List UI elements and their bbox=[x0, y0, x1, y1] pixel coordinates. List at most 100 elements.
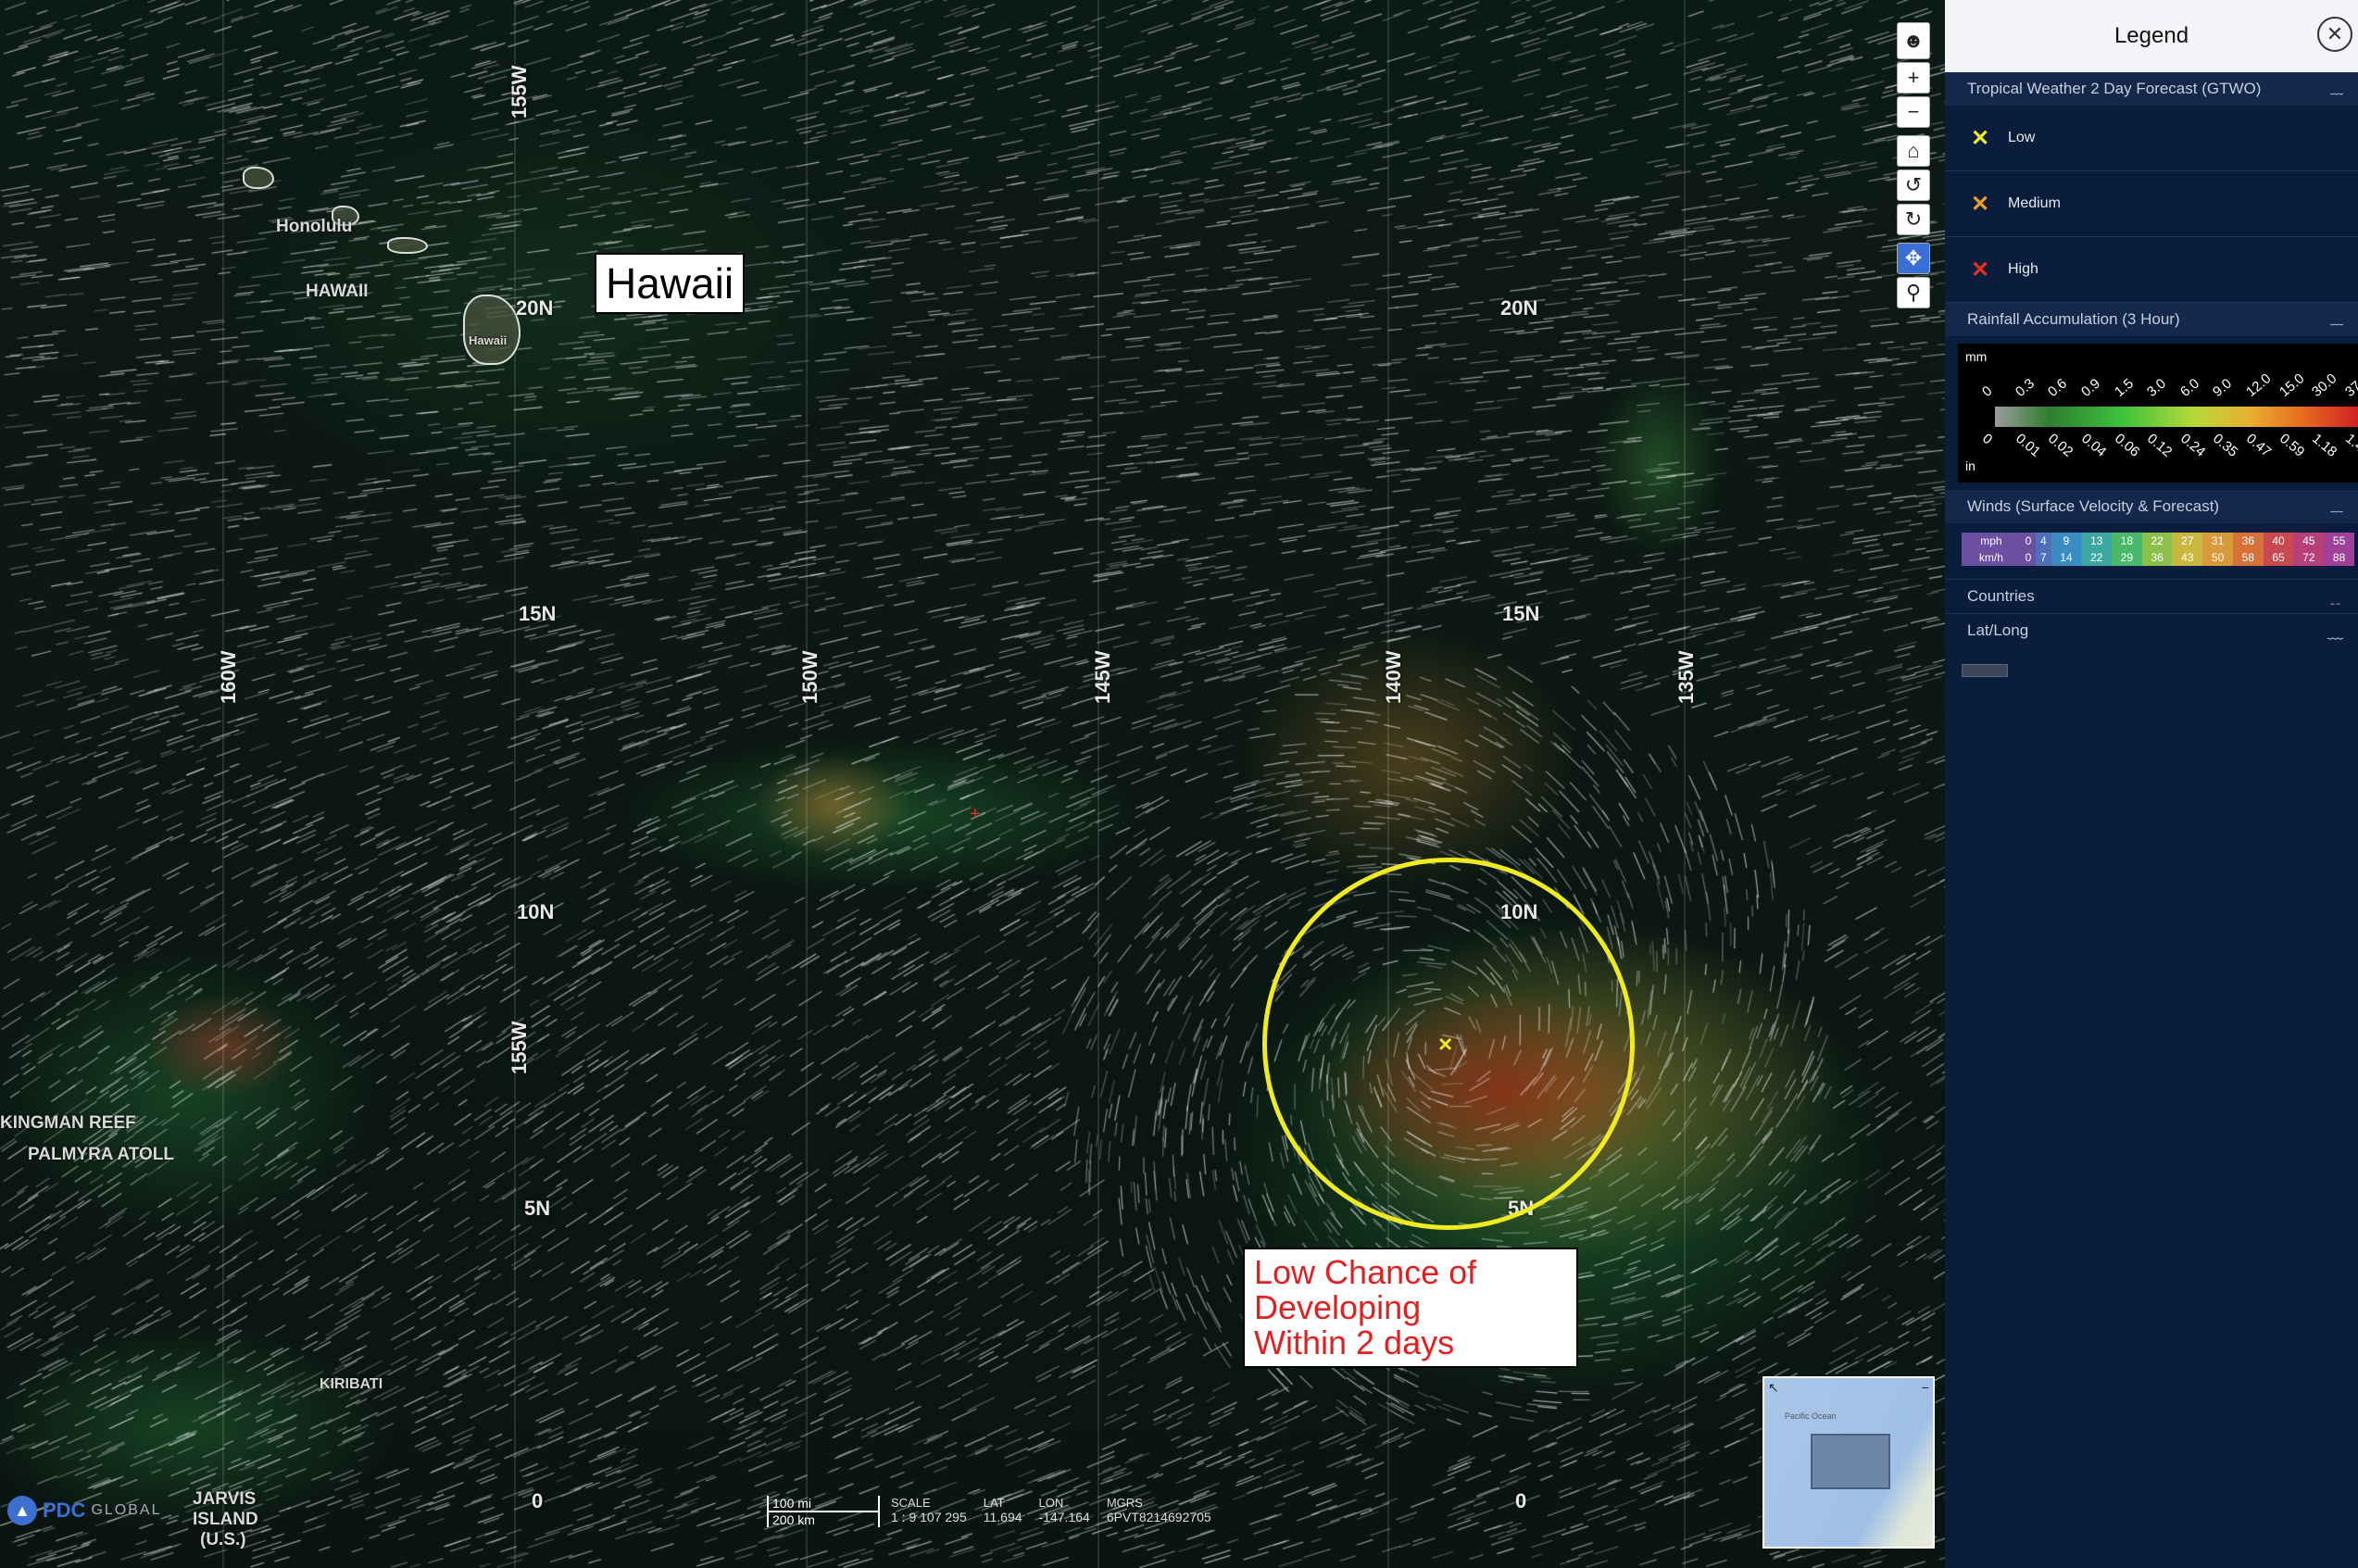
wind-mph-cell: 9 bbox=[2051, 533, 2082, 549]
pdc-logo-text: PDC bbox=[43, 1499, 86, 1522]
graticule-line bbox=[222, 0, 224, 1568]
rain-unit-in: in bbox=[1965, 458, 1975, 473]
wind-kmh-cell: 88 bbox=[2324, 549, 2354, 566]
minimap-viewport[interactable] bbox=[1811, 1434, 1890, 1489]
wind-mph-cell: 31 bbox=[2202, 533, 2233, 549]
latlong-swatch bbox=[1962, 664, 2008, 677]
lon-label: 155W bbox=[508, 65, 531, 119]
rotate-left-icon[interactable]: ↺ bbox=[1897, 169, 1930, 201]
callout-hawaii: Hawaii bbox=[595, 253, 746, 314]
legend-item-medium: ✕ Medium bbox=[1945, 171, 2358, 237]
readout-lat: LAT 11.694 bbox=[984, 1496, 1022, 1524]
place-label-honolulu: Honolulu bbox=[276, 217, 353, 236]
wind-kmh-cell: 22 bbox=[2081, 549, 2113, 566]
chevron-up-icon[interactable]: ﹎ bbox=[2327, 585, 2343, 608]
wind-mph-cell: 40 bbox=[2263, 533, 2294, 549]
wind-kmh-cell: 7 bbox=[2036, 549, 2051, 566]
zoom-box-icon[interactable]: ⚲ bbox=[1897, 277, 1930, 308]
wind-unit-mph: mph bbox=[1962, 533, 2021, 549]
chevron-down-icon[interactable]: ﹏ bbox=[2330, 310, 2343, 329]
readout-label: LON bbox=[1038, 1496, 1064, 1510]
place-label-palmyra-atoll: PALMYRA ATOLL bbox=[28, 1145, 174, 1164]
place-label-hawaii-island: Hawaii bbox=[469, 333, 508, 347]
readout-value: 11.694 bbox=[983, 1510, 1022, 1524]
person-icon[interactable]: ☻ bbox=[1897, 22, 1930, 59]
wind-mph-cell: 36 bbox=[2232, 533, 2264, 549]
legend-panel: Legend ✕ Tropical Weather 2 Day Forecast… bbox=[1945, 0, 2358, 1568]
x-mark-icon: ✕ bbox=[1971, 257, 1990, 282]
zoom-out-icon[interactable]: − bbox=[1897, 96, 1930, 128]
lat-label: 10N bbox=[517, 900, 555, 923]
rain-mm-tick: 0.6 bbox=[2045, 375, 2071, 400]
callout-line-2: Within 2 days bbox=[1254, 1323, 1455, 1361]
lon-label: 160W bbox=[217, 650, 240, 704]
rain-mm-tick: 12.0 bbox=[2243, 370, 2275, 400]
scale-bar-km: 200 km bbox=[767, 1512, 880, 1527]
rain-in-tick: 0.12 bbox=[2144, 431, 2176, 460]
rain-in-tick: 0.24 bbox=[2176, 431, 2209, 460]
map-toolbar: ☻ + − ⌂ ↺ ↻ ✥ ⚲ bbox=[1897, 22, 1930, 311]
wind-kmh-cell: 14 bbox=[2051, 549, 2082, 566]
legend-section-gtwo[interactable]: Tropical Weather 2 Day Forecast (GTWO) ﹏ bbox=[1945, 72, 2358, 106]
legend-section-countries[interactable]: Countries ﹎ bbox=[1945, 579, 2358, 613]
readout-scale: SCALE 1 : 9 107 295 bbox=[891, 1496, 967, 1524]
chevron-down-icon[interactable]: ﹏ bbox=[2327, 620, 2343, 643]
legend-section-latlong[interactable]: Lat/Long ﹏ bbox=[1945, 613, 2358, 647]
rain-in-tick: 0.47 bbox=[2243, 431, 2275, 460]
wind-speed-scale: mph 0 4 9 13 18 22 27 31 36 40 45 55 km/h 0 7 14 22 29 3… bbox=[1962, 533, 2354, 566]
wind-mph-cell: 0 bbox=[2020, 533, 2037, 549]
rain-mm-tick: 3.0 bbox=[2144, 375, 2170, 400]
x-mark-icon: ✕ bbox=[1971, 125, 1990, 151]
zoom-in-icon[interactable]: + bbox=[1897, 62, 1930, 94]
rain-mm-tick: 30.0 bbox=[2309, 370, 2340, 400]
storm-low-marker-icon[interactable]: × bbox=[1438, 1030, 1452, 1059]
wind-mph-cell: 13 bbox=[2081, 533, 2113, 549]
coordinate-readouts: SCALE 1 : 9 107 295 LAT 11.694 LON -147.… bbox=[891, 1496, 1211, 1524]
place-label-jarvis: JARVIS bbox=[193, 1489, 257, 1509]
rain-mm-tick: 0.3 bbox=[2012, 375, 2038, 400]
legend-header: Legend ✕ bbox=[1945, 0, 2358, 72]
lon-label: 135W bbox=[1674, 650, 1698, 704]
lon-label: 150W bbox=[798, 650, 822, 704]
legend-section-winds[interactable]: Winds (Surface Velocity & Forecast) ﹏ bbox=[1945, 490, 2358, 523]
expand-icon[interactable]: ↖ bbox=[1768, 1380, 1779, 1396]
readout-label: SCALE bbox=[891, 1496, 931, 1510]
wind-mph-cell: 4 bbox=[2036, 533, 2051, 549]
rain-mm-tick: 6.0 bbox=[2176, 375, 2202, 400]
rotate-right-icon[interactable]: ↻ bbox=[1897, 204, 1930, 235]
wind-mph-row: mph 0 4 9 13 18 22 27 31 36 40 45 55 bbox=[1962, 533, 2354, 549]
graticule-line bbox=[1684, 0, 1686, 1568]
close-icon[interactable]: ✕ bbox=[2317, 17, 2352, 52]
chevron-down-icon[interactable]: ﹏ bbox=[2330, 80, 2343, 98]
callout-development-chance: Low Chance of Developing Within 2 days bbox=[1243, 1248, 1578, 1368]
overview-minimap[interactable]: ↖ − Pacific Ocean bbox=[1762, 1376, 1935, 1549]
wind-mph-cell: 55 bbox=[2324, 533, 2354, 549]
readout-lon: LON -147.164 bbox=[1039, 1496, 1090, 1524]
rain-in-tick: 0.06 bbox=[2111, 431, 2142, 460]
wind-kmh-cell: 36 bbox=[2141, 549, 2173, 566]
legend-section-rainfall[interactable]: Rainfall Accumulation (3 Hour) ﹏ bbox=[1945, 303, 2358, 336]
home-icon[interactable]: ⌂ bbox=[1897, 135, 1930, 167]
graticule-line bbox=[1097, 0, 1099, 1568]
wind-kmh-cell: 58 bbox=[2232, 549, 2264, 566]
rain-mm-tick: 0.9 bbox=[2077, 375, 2103, 400]
collapse-icon[interactable]: − bbox=[1922, 1380, 1929, 1395]
legend-item-label: Low bbox=[2008, 130, 2036, 145]
pan-icon[interactable]: ✥ bbox=[1897, 243, 1930, 274]
callout-line-1: Low Chance of Developing bbox=[1254, 1253, 1477, 1326]
lon-label: 140W bbox=[1382, 650, 1405, 704]
place-label-kingman-reef: KINGMAN REEF bbox=[0, 1113, 136, 1133]
readout-value: -147.164 bbox=[1038, 1510, 1090, 1524]
rain-in-tick: 0.59 bbox=[2276, 431, 2308, 460]
lat-label: 20N bbox=[1500, 296, 1538, 320]
chevron-down-icon[interactable]: ﹏ bbox=[2330, 497, 2343, 516]
rain-in-tick: 0 bbox=[1979, 431, 1996, 448]
pdc-logo-icon: ▲ bbox=[7, 1496, 37, 1525]
rain-in-tick: 0.35 bbox=[2210, 431, 2241, 460]
rain-in-tick: 0.04 bbox=[2077, 431, 2110, 460]
legend-item-high: ✕ High bbox=[1945, 237, 2358, 303]
map-canvas[interactable]: 20N 20N 15N 15N 10N 10N 5N 5N 0 0 155W 1… bbox=[0, 0, 1945, 1568]
wind-kmh-cell: 72 bbox=[2293, 549, 2325, 566]
legend-item-label: High bbox=[2008, 261, 2038, 277]
rainfall-gradient-bar bbox=[1995, 407, 2358, 427]
